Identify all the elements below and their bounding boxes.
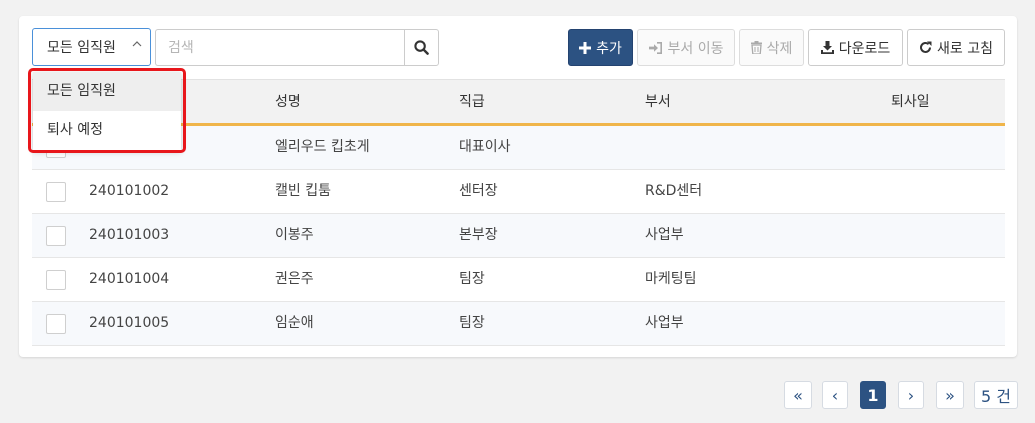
last-page-button[interactable]: » xyxy=(936,381,964,409)
column-name[interactable]: 성명 xyxy=(275,80,301,124)
total-count: 5 건 xyxy=(974,381,1018,409)
employee-department: 사업부 xyxy=(645,227,684,243)
employee-name: 임순애 xyxy=(275,315,314,331)
row-checkbox[interactable] xyxy=(46,182,66,202)
table-row[interactable]: 240101003 이봉주 본부장 사업부 xyxy=(32,214,1005,258)
column-department[interactable]: 부서 xyxy=(645,80,671,124)
employee-department: 마케팅팀 xyxy=(645,271,697,287)
add-button-label: 추가 xyxy=(596,40,622,57)
plus-icon xyxy=(579,41,592,54)
employee-rank: 팀장 xyxy=(459,271,485,287)
employee-name: 캘빈 킵툼 xyxy=(275,183,331,199)
employee-id: 240101004 xyxy=(89,271,170,287)
prev-page-button[interactable]: ‹ xyxy=(822,381,848,409)
employee-filter-select[interactable]: 모든 임직원 xyxy=(32,28,151,66)
dropdown-option-all-employees[interactable]: 모든 임직원 xyxy=(33,72,181,111)
employee-id: 240101002 xyxy=(89,183,170,199)
employee-rank: 센터장 xyxy=(459,183,498,199)
row-checkbox[interactable] xyxy=(46,270,66,290)
column-leave-date[interactable]: 퇴사일 xyxy=(891,80,930,124)
search-button[interactable] xyxy=(404,29,439,66)
download-icon xyxy=(820,41,834,54)
dropdown-option-leaving-soon[interactable]: 퇴사 예정 xyxy=(33,111,181,150)
employee-filter-dropdown: 모든 임직원 퇴사 예정 xyxy=(33,72,181,150)
table-row[interactable]: 240101002 캘빈 킵툼 센터장 R&D센터 xyxy=(32,170,1005,214)
refresh-button-label: 새로 고침 xyxy=(937,40,993,57)
employee-id: 240101005 xyxy=(89,315,170,331)
move-department-button[interactable]: 부서 이동 xyxy=(637,29,735,66)
table-row[interactable]: 240101004 권은주 팀장 마케팅팀 xyxy=(32,258,1005,302)
download-button-label: 다운로드 xyxy=(838,40,891,57)
search-input[interactable] xyxy=(155,29,405,66)
sign-in-icon xyxy=(648,41,662,54)
employee-rank: 팀장 xyxy=(459,315,485,331)
employee-department: 사업부 xyxy=(645,315,684,331)
delete-button[interactable]: 삭제 xyxy=(739,29,804,66)
employee-rank: 본부장 xyxy=(459,227,498,243)
download-button[interactable]: 다운로드 xyxy=(808,29,903,66)
chevron-up-icon xyxy=(132,41,142,47)
refresh-button[interactable]: 새로 고침 xyxy=(907,29,1005,66)
row-checkbox[interactable] xyxy=(46,314,66,334)
filter-selected-label: 모든 임직원 xyxy=(47,40,116,56)
employee-id: 240101003 xyxy=(89,227,170,243)
table-row[interactable]: 240101005 임순애 팀장 사업부 xyxy=(32,302,1005,346)
move-department-label: 부서 이동 xyxy=(667,40,724,57)
page-1-button[interactable]: 1 xyxy=(860,381,886,409)
column-rank[interactable]: 직급 xyxy=(459,80,485,124)
delete-button-label: 삭제 xyxy=(766,40,793,57)
first-page-button[interactable]: « xyxy=(784,381,812,409)
next-page-button[interactable]: › xyxy=(898,381,924,409)
employee-rank: 대표이사 xyxy=(459,139,511,155)
employee-department: R&D센터 xyxy=(645,183,703,199)
search-icon xyxy=(414,40,429,55)
employee-name: 엘리우드 킵초게 xyxy=(275,139,370,155)
row-checkbox[interactable] xyxy=(46,226,66,246)
refresh-icon xyxy=(920,41,932,53)
add-button[interactable]: 추가 xyxy=(568,29,633,66)
employee-name: 이봉주 xyxy=(275,227,314,243)
trash-icon xyxy=(750,41,762,54)
employee-name: 권은주 xyxy=(275,271,314,287)
